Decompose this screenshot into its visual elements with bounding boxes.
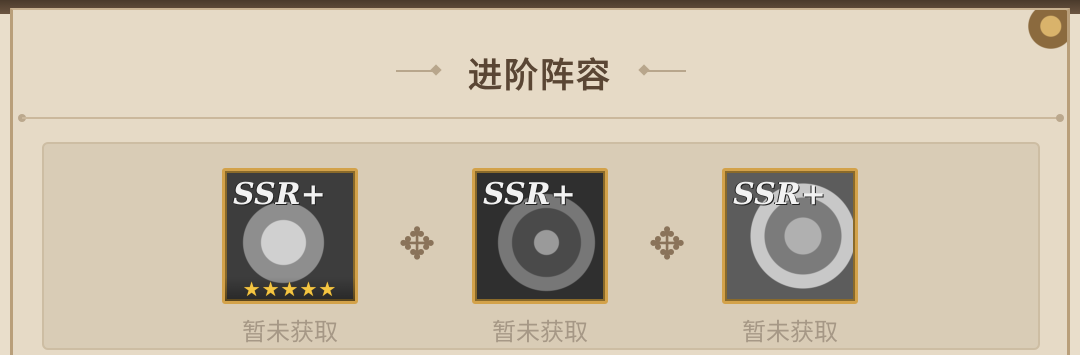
hero-portrait-2[interactable]: SSR+: [472, 168, 608, 304]
rarity-badge: SSR+: [733, 177, 826, 212]
rarity-badge: SSR+: [233, 177, 326, 212]
hero-portrait-1[interactable]: SSR+ ★★★★★: [222, 168, 358, 304]
hero-slot-3[interactable]: SSR+ 暂未获取: [722, 168, 862, 347]
hero-status: 暂未获取: [242, 318, 338, 346]
rarity-badge: SSR+: [483, 177, 576, 212]
plus-arrows-icon: ✥: [648, 219, 686, 270]
hero-portrait-3[interactable]: SSR+: [722, 168, 858, 304]
hero-status: 暂未获取: [492, 318, 588, 346]
plus-arrows-icon: ✥: [398, 219, 436, 270]
title-deco-right: [646, 70, 686, 72]
star-rating: ★★★★★: [225, 277, 355, 301]
hero-slot-2[interactable]: SSR+ 暂未获取: [472, 168, 612, 347]
hero-status: 暂未获取: [742, 318, 838, 346]
panel-title: 进阶阵容: [468, 56, 612, 96]
hero-slot-1[interactable]: SSR+ ★★★★★ 暂未获取: [222, 168, 362, 347]
divider-end-right: [1056, 114, 1064, 122]
section-divider: [22, 117, 1062, 119]
